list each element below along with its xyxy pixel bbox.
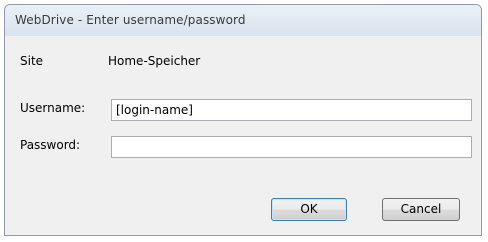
window-title: WebDrive - Enter username/password — [15, 13, 246, 27]
site-value: Home-Speicher — [108, 54, 201, 68]
username-field[interactable]: [login-name] — [111, 99, 472, 121]
login-dialog: WebDrive - Enter username/password Site … — [4, 4, 482, 236]
ok-button[interactable]: OK — [271, 198, 347, 221]
site-label: Site — [20, 54, 44, 68]
password-label: Password: — [20, 138, 81, 152]
cancel-button[interactable]: Cancel — [382, 198, 460, 221]
title-bar[interactable]: WebDrive - Enter username/password — [5, 5, 481, 37]
password-field[interactable] — [111, 136, 472, 158]
dialog-content: Site Home-Speicher Username: [login-name… — [5, 36, 481, 235]
username-label: Username: — [20, 101, 86, 115]
